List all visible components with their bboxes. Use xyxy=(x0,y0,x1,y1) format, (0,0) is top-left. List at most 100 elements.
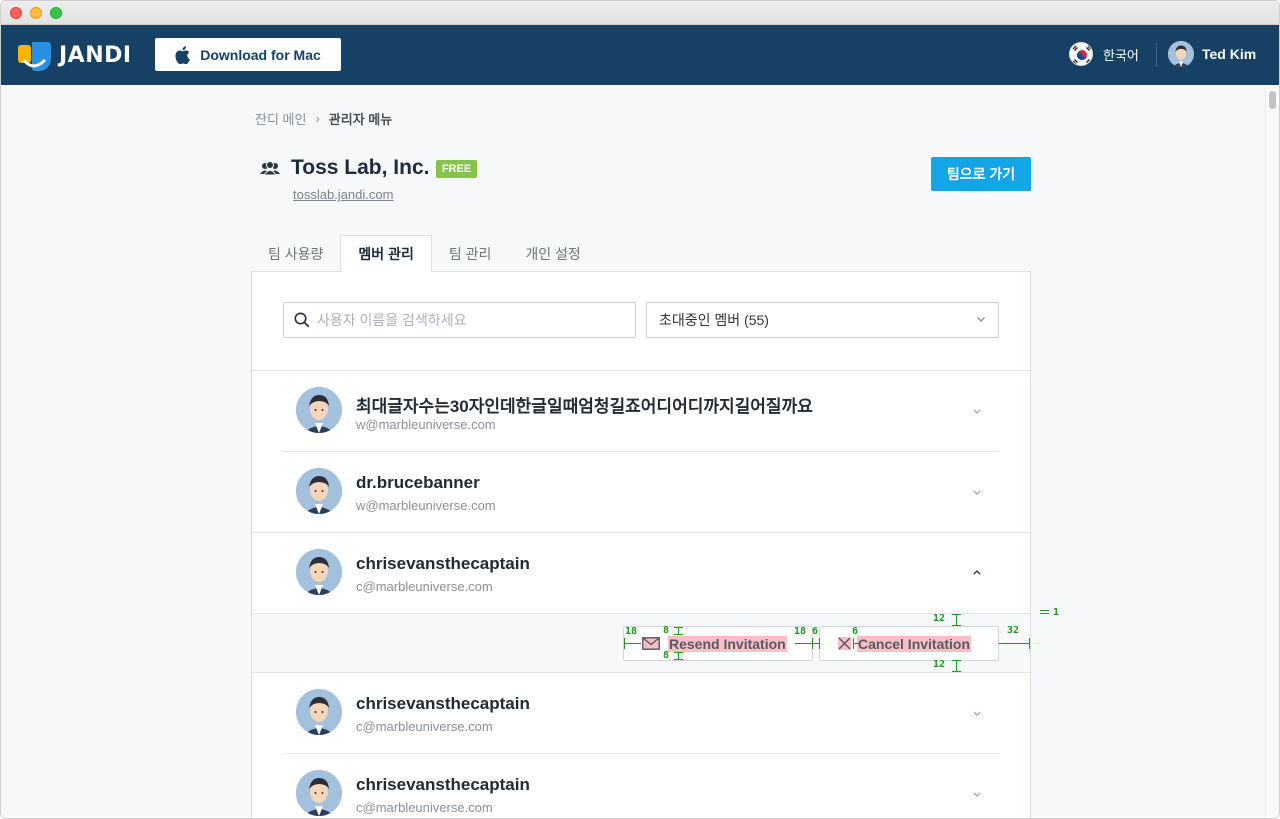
member-email: c@marbleuniverse.com xyxy=(356,719,493,734)
spec-line xyxy=(1040,610,1049,611)
language-label: 한국어 xyxy=(1103,47,1139,63)
spec-line xyxy=(674,634,683,635)
spec-border-width: 1 xyxy=(1053,607,1060,618)
spec-line xyxy=(819,638,820,649)
member-avatar xyxy=(296,689,342,735)
member-email: w@marbleuniverse.com xyxy=(356,417,496,432)
tab-personal-settings[interactable]: 개인 설정 xyxy=(508,235,597,272)
member-panel: 초대중인 멤버 (55) 최대글자수는30자인데한글일때엄청길죠어디어디까지길어… xyxy=(251,271,1031,818)
filter-selected-value: 초대중인 멤버 (55) xyxy=(659,312,769,328)
team-url-link[interactable]: tosslab.jandi.com xyxy=(293,187,393,202)
jandi-logo-icon xyxy=(18,40,52,71)
spec-row-pad-top: 12 xyxy=(933,613,946,624)
user-avatar xyxy=(1168,41,1194,67)
team-icon xyxy=(260,161,280,180)
user-menu[interactable]: Ted Kim xyxy=(1168,41,1256,67)
apple-icon xyxy=(175,45,191,64)
spec-line xyxy=(674,652,683,653)
scrollbar-thumb[interactable] xyxy=(1269,91,1276,109)
chevron-up-icon[interactable] xyxy=(972,568,982,578)
chevron-down-icon[interactable] xyxy=(972,406,982,416)
close-window-button[interactable] xyxy=(10,7,22,19)
member-avatar xyxy=(296,770,342,816)
envelope-icon xyxy=(642,637,660,650)
member-row[interactable]: 최대글자수는30자인데한글일때엄청길죠어디어디까지길어질까요 w@marbleu… xyxy=(252,371,1030,452)
spec-line xyxy=(952,671,961,672)
close-icon xyxy=(838,637,851,650)
spec-row-pad-bottom: 12 xyxy=(933,659,946,670)
chevron-down-icon xyxy=(977,317,985,322)
member-search[interactable] xyxy=(283,302,636,338)
breadcrumb-home-link[interactable]: 잔디 메인 xyxy=(255,109,306,128)
spec-icon-gap-top: 8 xyxy=(663,625,670,636)
window-titlebar xyxy=(1,1,1279,25)
zoom-window-button[interactable] xyxy=(50,7,62,19)
spec-resend-pad-left: 18 xyxy=(625,626,638,637)
spec-line xyxy=(674,659,683,660)
browser-window: JANDI Download for Mac 한국어 Ted Kim 잔디 메인… xyxy=(0,0,1280,819)
tab-member-management[interactable]: 멤버 관리 xyxy=(340,235,432,272)
member-actions-row: Resend Invitation Cancel Invitation xyxy=(252,613,1030,673)
member-avatar xyxy=(296,468,342,514)
spec-line xyxy=(853,638,854,649)
member-name: dr.brucebanner xyxy=(356,473,480,492)
member-avatar xyxy=(296,549,342,595)
chevron-down-icon[interactable] xyxy=(972,789,982,799)
admin-tabs: 팀 사용량 멤버 관리 팀 관리 개인 설정 xyxy=(251,235,598,272)
member-row[interactable]: chrisevansthecaptain c@marbleuniverse.co… xyxy=(252,673,1030,754)
spec-line xyxy=(624,643,641,644)
search-input[interactable] xyxy=(317,312,617,328)
spec-cancel-icon-gap: 6 xyxy=(852,626,859,637)
resend-invitation-button[interactable]: Resend Invitation xyxy=(623,626,813,661)
breadcrumb: 잔디 메인 › 관리자 메뉴 xyxy=(255,109,392,128)
cancel-invitation-button[interactable]: Cancel Invitation xyxy=(819,626,999,661)
spec-button-gap: 6 xyxy=(812,626,819,637)
member-avatar xyxy=(296,387,342,433)
spec-right-margin: 32 xyxy=(1007,625,1020,636)
resend-label: Resend Invitation xyxy=(668,635,787,652)
spec-line xyxy=(624,638,625,649)
korea-flag-icon xyxy=(1069,42,1093,66)
logo-text: JANDI xyxy=(59,42,132,68)
chevron-down-icon[interactable] xyxy=(972,487,982,497)
user-name: Ted Kim xyxy=(1202,46,1257,62)
spec-line xyxy=(999,643,1030,644)
team-name: Toss Lab, Inc. xyxy=(291,156,430,179)
spec-line xyxy=(674,627,683,628)
download-for-mac-button[interactable]: Download for Mac xyxy=(155,38,341,71)
member-row-expanded[interactable]: chrisevansthecaptain c@marbleuniverse.co… xyxy=(252,533,1030,614)
member-row[interactable]: dr.brucebanner w@marbleuniverse.com xyxy=(252,452,1030,533)
member-email: c@marbleuniverse.com xyxy=(356,579,493,594)
member-email: c@marbleuniverse.com xyxy=(356,800,493,815)
spec-line xyxy=(1040,613,1049,614)
member-row[interactable]: chrisevansthecaptain c@marbleuniverse.co… xyxy=(252,754,1030,818)
member-name: chrisevansthecaptain xyxy=(356,694,530,713)
spec-line xyxy=(952,660,961,661)
go-to-team-button[interactable]: 팀으로 가기 xyxy=(931,157,1031,191)
member-filter-select[interactable]: 초대중인 멤버 (55) xyxy=(646,302,999,338)
spec-resend-pad-right: 18 xyxy=(794,626,807,637)
breadcrumb-separator: › xyxy=(315,111,320,126)
spec-line xyxy=(795,643,812,644)
spec-line xyxy=(812,643,819,644)
spec-line xyxy=(952,614,961,615)
download-label: Download for Mac xyxy=(200,46,321,63)
member-name: chrisevansthecaptain xyxy=(356,775,530,794)
spec-line xyxy=(952,625,961,626)
tab-team-management[interactable]: 팀 관리 xyxy=(432,235,509,272)
plan-badge: FREE xyxy=(436,160,477,178)
chevron-down-icon[interactable] xyxy=(972,708,982,718)
member-name: 최대글자수는30자인데한글일때엄청길죠어디어디까지길어질까요 xyxy=(356,397,813,416)
spec-line xyxy=(1029,638,1030,649)
vertical-scrollbar[interactable] xyxy=(1265,85,1279,818)
search-icon xyxy=(294,312,310,328)
language-selector[interactable]: 한국어 xyxy=(1069,41,1139,67)
member-email: w@marbleuniverse.com xyxy=(356,498,496,513)
spec-icon-gap-bottom: 8 xyxy=(663,650,670,661)
header-divider xyxy=(1156,43,1157,67)
top-navigation-bar: JANDI Download for Mac 한국어 Ted Kim xyxy=(1,25,1279,85)
member-name: chrisevansthecaptain xyxy=(356,554,530,573)
minimize-window-button[interactable] xyxy=(30,7,42,19)
jandi-logo[interactable]: JANDI xyxy=(18,39,132,71)
tab-team-usage[interactable]: 팀 사용량 xyxy=(251,235,340,272)
